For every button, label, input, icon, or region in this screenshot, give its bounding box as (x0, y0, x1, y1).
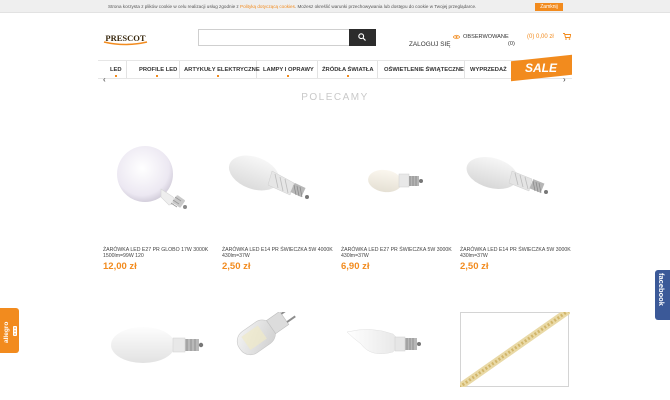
nav-marker (156, 75, 158, 77)
product-image-candle-bulb (228, 155, 309, 199)
nav-divider (377, 61, 378, 78)
nav-item-led[interactable]: LED (110, 67, 122, 73)
product-name[interactable]: ŻARÓWKA LED E27 PR ŚWIECZKA 5W 3000K 430… (341, 247, 453, 260)
nav-divider (317, 61, 318, 78)
product-image-flame-bulb (346, 329, 421, 354)
logo-text: PRESCOT (105, 33, 145, 43)
cookie-text-after: . Możesz określić warunki przechowywania… (294, 4, 477, 9)
product-name[interactable]: ŻARÓWKA LED E27 PR GLOBO 17W 3000K 1500l… (103, 247, 215, 260)
cookie-bar: Strona korzysta z plików cookie w celu r… (0, 0, 670, 13)
logo[interactable]: PRESCOT (103, 31, 148, 47)
cookie-text: Strona korzysta z plików cookie w celu r… (108, 4, 476, 9)
product-image-candle-bulb (111, 327, 204, 363)
cart-icon (563, 33, 571, 40)
product-image-g9-bulb (236, 312, 296, 356)
allegro-label: allegro (3, 321, 10, 343)
product-image-small-candle-bulb (368, 169, 423, 193)
nav-divider (464, 61, 465, 78)
cart-total: (0) 0,00 zł (527, 34, 554, 40)
allegro-dots-icon (13, 326, 17, 336)
nav-item-christmas[interactable]: OŚWIETLENIE ŚWIĄTECZNE (384, 67, 464, 73)
nav-marker (217, 75, 219, 77)
product-name[interactable]: ŻARÓWKA LED E14 PR ŚWIECZKA 5W 4000K 430… (222, 247, 334, 260)
product-image-globe-bulb (117, 146, 187, 209)
cookie-text-before: Strona korzysta z plików cookie w celu r… (108, 4, 241, 9)
search-button[interactable] (349, 29, 376, 46)
section-title: POLECAMY (301, 92, 369, 103)
nav-prev-arrow[interactable]: ‹ (103, 75, 106, 84)
eye-icon (453, 34, 460, 40)
nav-item-sale[interactable]: WYPRZEDAŻ (470, 67, 507, 73)
nav-next-arrow[interactable]: › (563, 75, 566, 84)
nav-item-electrical[interactable]: ARTYKUŁY ELEKTRYCZNE (184, 67, 260, 73)
main-nav: LED PROFILE LED ARTYKUŁY ELEKTRYCZNE LAM… (98, 60, 572, 79)
product-price: 6,90 zł (341, 261, 370, 272)
nav-item-led-profiles[interactable]: PROFILE LED (139, 67, 177, 73)
watchlist-label: OBSERWOWANE (463, 34, 509, 40)
login-link[interactable]: ZALOGUJ SIĘ (409, 41, 451, 48)
search-input[interactable] (199, 30, 349, 45)
nav-item-light-sources[interactable]: ŹRÓDŁA ŚWIATŁA (322, 67, 374, 73)
product-image-candle-bulb (466, 157, 548, 194)
product-image-led-strip (460, 312, 570, 387)
product-price: 12,00 zł (103, 261, 137, 272)
cookie-close-button[interactable]: Zamknij (535, 3, 563, 11)
nav-marker (287, 75, 289, 77)
search-box (198, 29, 376, 46)
nav-item-lamps[interactable]: LAMPY I OPRAWY (263, 67, 314, 73)
facebook-label: facebook (657, 273, 666, 306)
sale-badge-label: SALE (525, 61, 558, 75)
nav-marker (115, 75, 117, 77)
nav-marker (347, 75, 349, 77)
cart-link[interactable]: (0) 0,00 zł (527, 33, 571, 40)
nav-divider (126, 61, 127, 78)
nav-divider (179, 61, 180, 78)
search-icon (358, 33, 366, 41)
watchlist-count: (0) (508, 41, 515, 47)
product-name[interactable]: ŻARÓWKA LED E14 PR ŚWIECZKA 5W 3000K 430… (460, 247, 572, 260)
cookie-policy-link[interactable]: Polityką dotyczącą cookies (240, 4, 295, 9)
product-price: 2,50 zł (222, 261, 251, 272)
product-price: 2,50 zł (460, 261, 489, 272)
